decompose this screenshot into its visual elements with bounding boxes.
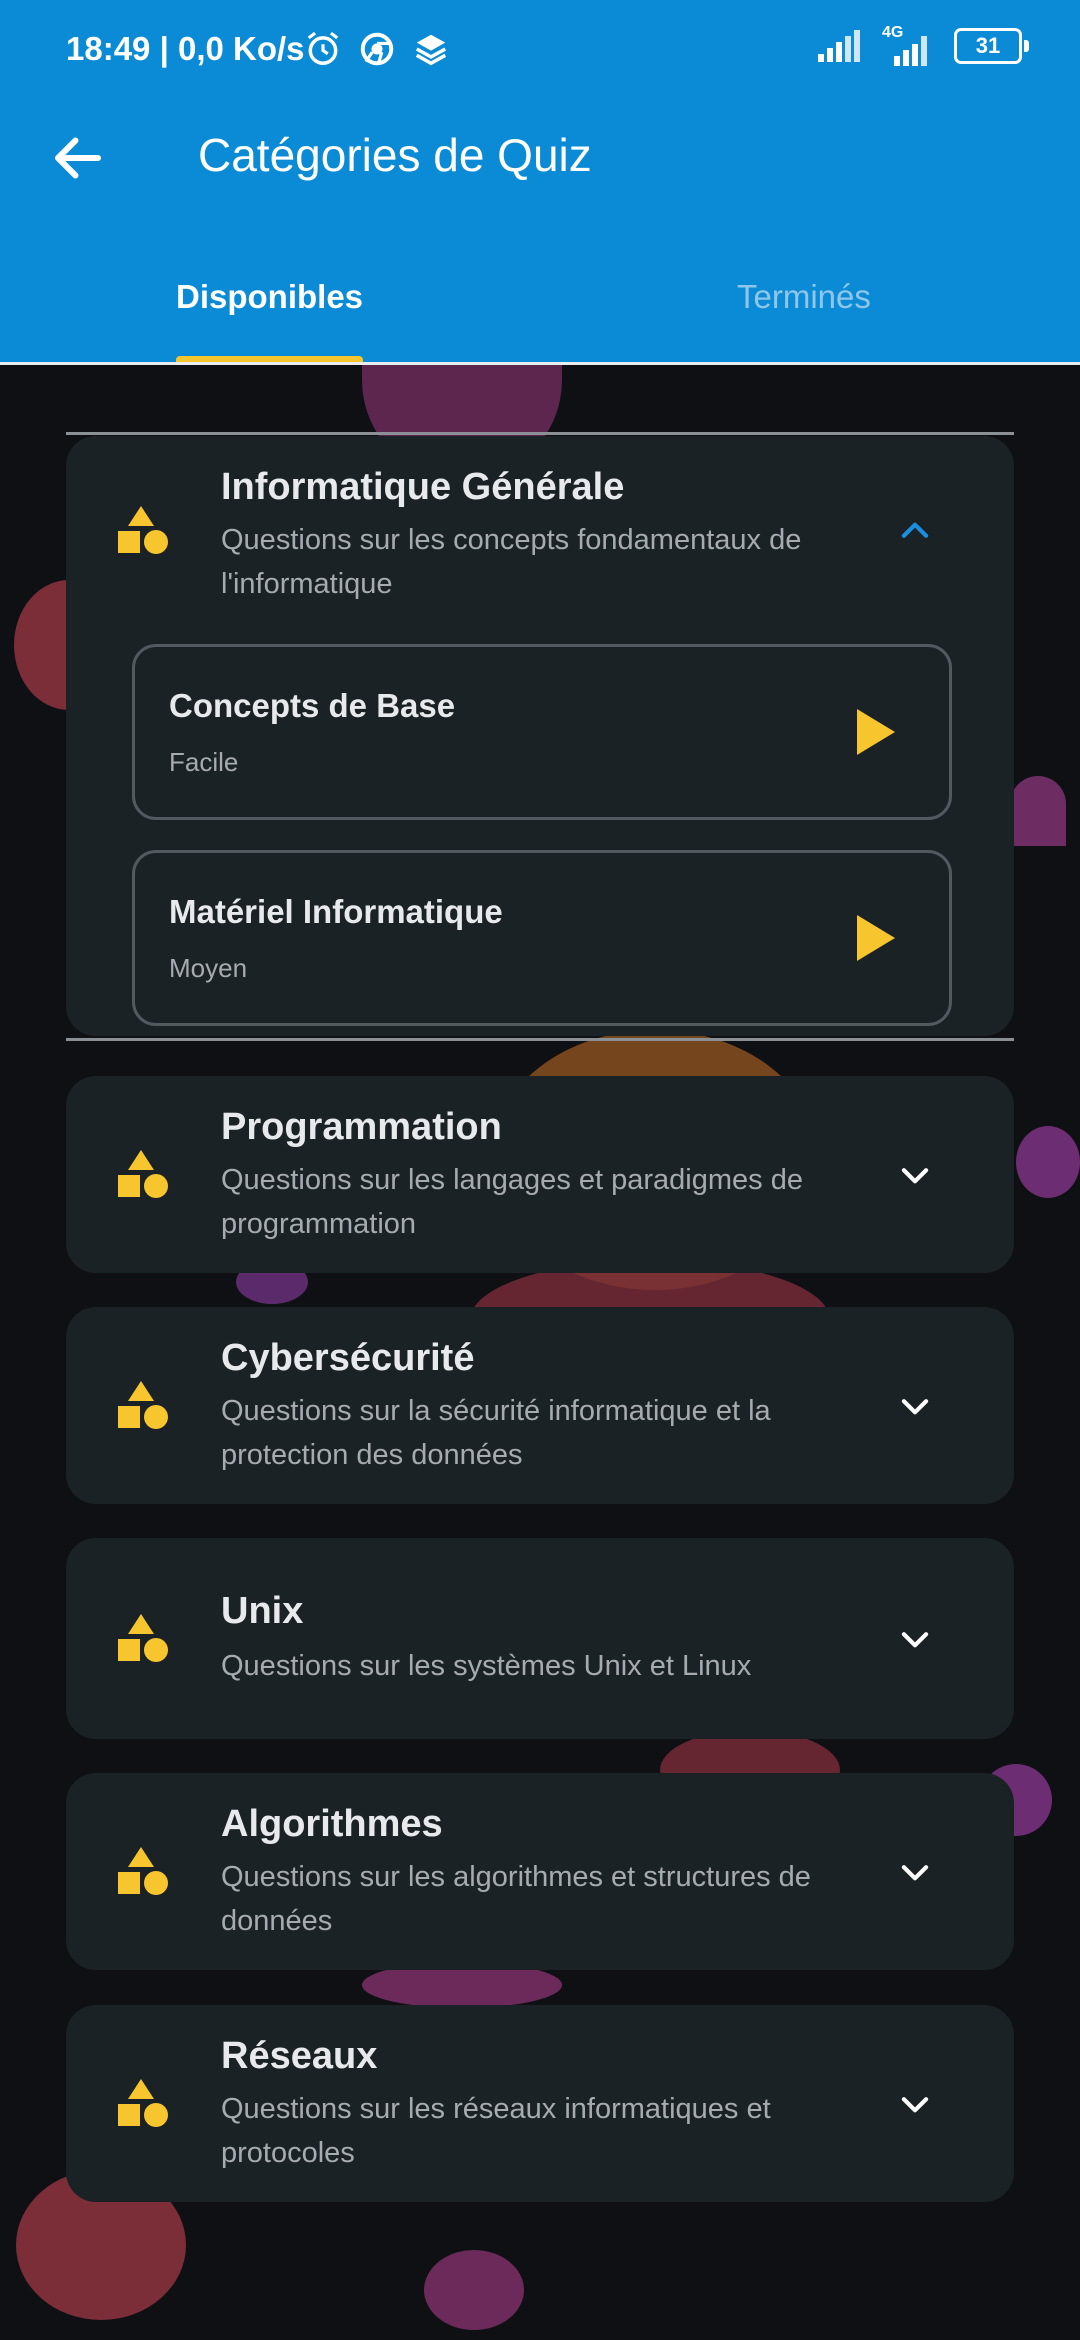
category-card-algorithmes[interactable]: Algorithmes Questions sur les algorithme… bbox=[66, 1773, 1014, 1970]
alarm-icon bbox=[307, 31, 339, 65]
play-icon[interactable] bbox=[855, 913, 897, 963]
chevron-down-icon[interactable] bbox=[896, 1156, 934, 1194]
app-bar: 18:49 | 0,0 Ko/s 4G 31 Catégories de Qui… bbox=[0, 0, 1080, 365]
category-shapes-icon bbox=[118, 2079, 168, 2127]
mobile-data-icon: 4G bbox=[882, 24, 934, 66]
category-card-informatique-generale[interactable]: Informatique Générale Questions sur les … bbox=[66, 436, 1014, 1036]
chrome-icon bbox=[360, 32, 394, 66]
chevron-down-icon[interactable] bbox=[896, 1387, 934, 1425]
category-title: Algorithmes bbox=[221, 1803, 443, 1845]
category-title: Cybersécurité bbox=[221, 1337, 475, 1379]
signal-icon bbox=[818, 30, 860, 62]
category-card-unix[interactable]: Unix Questions sur les systèmes Unix et … bbox=[66, 1538, 1014, 1739]
app-bar-divider bbox=[0, 362, 1080, 365]
layers-icon bbox=[415, 34, 447, 66]
play-icon[interactable] bbox=[855, 707, 897, 757]
background-decoration bbox=[1016, 1126, 1080, 1198]
chevron-up-icon[interactable] bbox=[896, 512, 934, 550]
quiz-item[interactable]: Matériel Informatique Moyen bbox=[132, 850, 952, 1026]
background-decoration bbox=[424, 2250, 524, 2330]
category-shapes-icon bbox=[118, 1381, 168, 1429]
page-title: Catégories de Quiz bbox=[198, 129, 592, 181]
quiz-item[interactable]: Concepts de Base Facile bbox=[132, 644, 952, 820]
category-description: Questions sur les systèmes Unix et Linux bbox=[221, 1650, 752, 1682]
category-shapes-icon bbox=[118, 1847, 168, 1895]
quiz-difficulty: Moyen bbox=[169, 953, 248, 983]
quiz-difficulty: Facile bbox=[169, 747, 239, 777]
tab-available[interactable]: Disponibles bbox=[176, 278, 363, 316]
category-title: Programmation bbox=[221, 1106, 502, 1148]
status-notification-icons bbox=[304, 30, 450, 68]
category-description: Questions sur les langages et paradigmes… bbox=[221, 1164, 803, 1240]
chevron-down-icon[interactable] bbox=[896, 2085, 934, 2123]
background-decoration bbox=[1010, 776, 1066, 846]
chevron-down-icon[interactable] bbox=[896, 1620, 934, 1658]
expanded-section-divider bbox=[66, 432, 1014, 435]
category-card-reseaux[interactable]: Réseaux Questions sur les réseaux inform… bbox=[66, 2005, 1014, 2202]
category-description: Questions sur les algorithmes et structu… bbox=[221, 1861, 811, 1937]
category-shapes-icon bbox=[118, 1614, 168, 1662]
quiz-title: Concepts de Base bbox=[169, 687, 456, 724]
category-card-cybersecurite[interactable]: Cybersécurité Questions sur la sécurité … bbox=[66, 1307, 1014, 1504]
category-description: Questions sur la sécurité informatique e… bbox=[221, 1395, 771, 1471]
category-card-programmation[interactable]: Programmation Questions sur les langages… bbox=[66, 1076, 1014, 1273]
category-shapes-icon bbox=[118, 1150, 168, 1198]
chevron-down-icon[interactable] bbox=[896, 1853, 934, 1891]
category-description: Questions sur les réseaux informatiques … bbox=[221, 2093, 771, 2169]
expanded-section-divider bbox=[66, 1038, 1014, 1041]
category-title: Informatique Générale bbox=[221, 466, 625, 508]
back-arrow-icon[interactable] bbox=[48, 128, 108, 188]
category-description: Questions sur les concepts fondamentaux … bbox=[221, 524, 802, 600]
category-title: Réseaux bbox=[221, 2035, 378, 2077]
category-shapes-icon bbox=[118, 506, 168, 554]
status-system-icons: 4G 31 bbox=[818, 24, 1029, 66]
quiz-title: Matériel Informatique bbox=[169, 893, 503, 930]
tab-completed[interactable]: Terminés bbox=[737, 278, 871, 316]
category-title: Unix bbox=[221, 1590, 304, 1632]
status-bar: 18:49 | 0,0 Ko/s 4G 31 bbox=[0, 0, 1080, 100]
battery-icon: 31 bbox=[954, 28, 1029, 64]
status-time: 18:49 | 0,0 Ko/s bbox=[66, 30, 305, 67]
